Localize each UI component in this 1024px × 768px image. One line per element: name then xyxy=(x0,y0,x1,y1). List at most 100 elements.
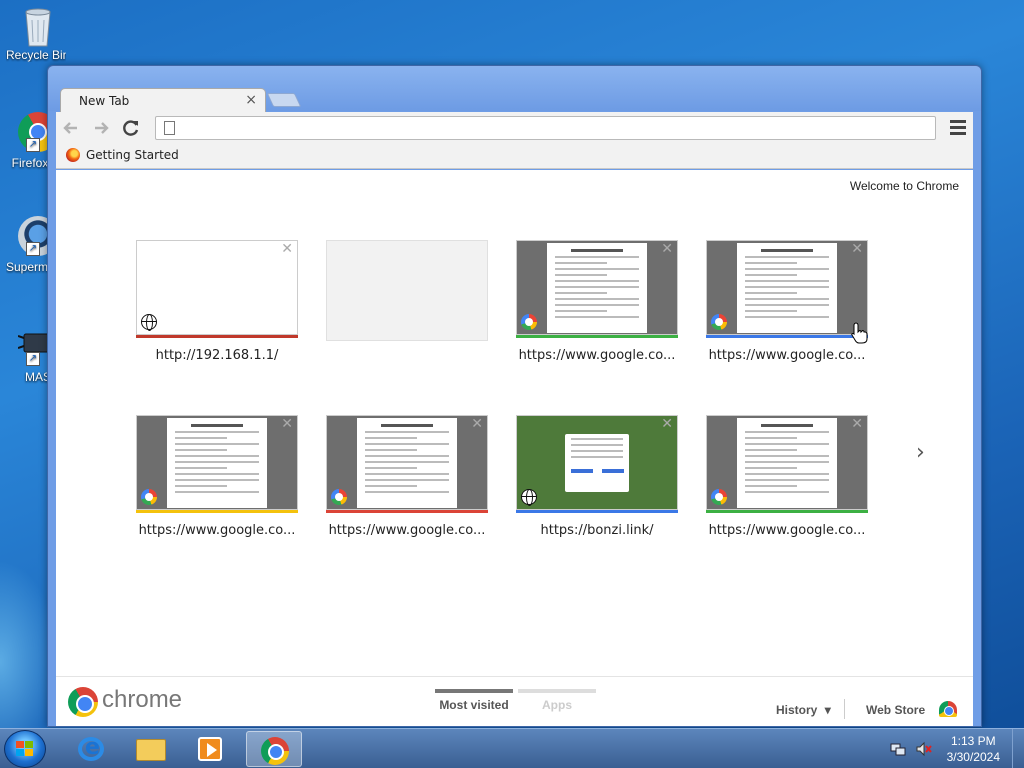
most-visited-tile[interactable]: ✕ https://www.google.co... xyxy=(706,240,868,363)
ntp-footer: chrome Most visited Apps History ▾ Web S… xyxy=(56,676,973,726)
omnibox[interactable] xyxy=(155,116,936,140)
network-icon[interactable] xyxy=(890,741,906,757)
chevron-down-icon: ▾ xyxy=(824,703,831,717)
google-consent-preview xyxy=(547,243,647,333)
tab-new-tab[interactable]: New Tab × xyxy=(60,88,266,114)
tile-remove-icon[interactable]: ✕ xyxy=(661,416,673,432)
most-visited-tile[interactable]: ✕ https://www.google.co... xyxy=(136,415,298,538)
tile-color-strip xyxy=(516,510,678,513)
address-input[interactable] xyxy=(182,119,931,137)
system-clock[interactable]: 1:13 PM 3/30/2024 xyxy=(947,733,1000,765)
tile-color-strip xyxy=(706,335,868,338)
tile-url: https://www.google.co... xyxy=(518,348,676,363)
tile-thumbnail: ✕ xyxy=(706,240,868,335)
tile-thumbnail: ✕ xyxy=(706,415,868,510)
shortcut-arrow-icon: ↗ xyxy=(26,138,40,152)
most-visited-tile[interactable]: ✕ https://www.google.co... xyxy=(706,415,868,538)
clock-time: 1:13 PM xyxy=(950,734,996,748)
globe-icon xyxy=(141,314,157,331)
media-player-icon xyxy=(198,737,222,761)
taskbar-media-player[interactable] xyxy=(182,731,238,767)
tile-thumbnail-empty xyxy=(326,240,488,341)
tile-color-strip xyxy=(516,335,678,338)
tile-remove-icon[interactable]: ✕ xyxy=(851,416,863,432)
next-page-arrow-icon[interactable]: › xyxy=(916,440,925,465)
google-consent-preview xyxy=(737,243,837,333)
tile-remove-icon[interactable]: ✕ xyxy=(281,416,293,432)
new-tab-page: Welcome to Chrome ✕ http://192.168.1.1/ … xyxy=(56,170,973,726)
tile-remove-icon[interactable]: ✕ xyxy=(851,241,863,257)
google-icon xyxy=(521,314,537,330)
tile-thumbnail: ✕ xyxy=(326,415,488,510)
forward-arrow-icon[interactable] xyxy=(90,117,112,139)
folder-icon xyxy=(136,739,166,761)
recycle-bin-icon xyxy=(18,4,58,47)
chrome-window: New Tab × Getting Started Welcome to Chr… xyxy=(47,65,982,727)
chrome-wordmark: chrome xyxy=(102,686,183,713)
tab-apps[interactable]: Apps xyxy=(518,689,596,712)
page-icon xyxy=(164,121,175,135)
most-visited-tile[interactable]: ✕ https://www.google.co... xyxy=(516,240,678,363)
footer-divider xyxy=(844,699,845,719)
most-visited-tile[interactable]: ✕ http://192.168.1.1/ xyxy=(136,240,298,363)
taskbar-chrome[interactable] xyxy=(246,731,302,767)
google-consent-preview xyxy=(737,418,837,508)
taskbar-internet-explorer[interactable] xyxy=(62,731,118,767)
web-store-label: Web Store xyxy=(866,703,926,717)
chrome-icon xyxy=(261,737,289,765)
taskbar-file-explorer[interactable] xyxy=(122,731,178,767)
most-visited-tile[interactable]: ✕ https://bonzi.link/ xyxy=(516,415,678,538)
chrome-menu-icon[interactable] xyxy=(947,117,969,139)
bookmark-getting-started[interactable]: Getting Started xyxy=(66,148,179,162)
globe-icon xyxy=(521,489,537,506)
hand-cursor-icon xyxy=(851,322,869,349)
internet-explorer-icon xyxy=(78,735,104,761)
web-store-icon[interactable] xyxy=(939,701,957,717)
welcome-to-chrome-link[interactable]: Welcome to Chrome xyxy=(850,179,959,193)
google-consent-preview xyxy=(167,418,267,508)
google-icon xyxy=(331,489,347,505)
new-tab-button[interactable] xyxy=(266,93,302,107)
history-button[interactable]: History ▾ xyxy=(776,703,831,717)
tile-url: https://www.google.co... xyxy=(708,523,866,538)
google-icon xyxy=(711,314,727,330)
tab-label: Most visited xyxy=(439,698,509,712)
bookmarks-bar: Getting Started xyxy=(56,144,973,169)
start-button[interactable] xyxy=(4,730,46,768)
tile-thumbnail: ✕ xyxy=(136,415,298,510)
tile-remove-icon[interactable]: ✕ xyxy=(471,416,483,432)
tab-close-icon[interactable]: × xyxy=(245,92,257,108)
most-visited-tile[interactable]: ✕ https://www.google.co... xyxy=(326,415,488,538)
taskbar: 1:13 PM 3/30/2024 xyxy=(0,728,1024,768)
tab-most-visited[interactable]: Most visited xyxy=(435,689,513,712)
volume-muted-icon[interactable] xyxy=(916,741,932,757)
tile-url: http://192.168.1.1/ xyxy=(155,348,279,363)
reload-icon[interactable] xyxy=(120,117,142,139)
web-store-link[interactable]: Web Store xyxy=(866,703,925,717)
desktop-icon-recycle-bin[interactable]: Recycle Bin xyxy=(6,4,70,62)
show-desktop-button[interactable] xyxy=(1012,729,1024,768)
tile-url: https://www.google.co... xyxy=(328,523,486,538)
back-arrow-icon[interactable] xyxy=(60,117,82,139)
browser-toolbar xyxy=(56,112,973,144)
tab-indicator xyxy=(435,689,513,693)
tile-remove-icon[interactable]: ✕ xyxy=(661,241,673,257)
tile-color-strip xyxy=(706,510,868,513)
most-visited-tile-empty xyxy=(326,240,488,341)
tile-remove-icon[interactable]: ✕ xyxy=(281,241,293,257)
google-icon xyxy=(711,489,727,505)
tile-color-strip xyxy=(326,510,488,513)
tab-title: New Tab xyxy=(79,94,130,108)
tile-color-strip xyxy=(136,510,298,513)
google-icon xyxy=(141,489,157,505)
chrome-logo-icon xyxy=(68,687,98,717)
clock-date: 3/30/2024 xyxy=(946,750,1000,764)
shortcut-arrow-icon: ↗ xyxy=(26,352,40,366)
tile-url: https://bonzi.link/ xyxy=(540,523,654,538)
desktop-icon-label: Recycle Bin xyxy=(6,48,66,62)
shortcut-arrow-icon: ↗ xyxy=(26,242,40,256)
tab-indicator xyxy=(518,689,596,693)
tile-thumbnail: ✕ xyxy=(516,415,678,510)
bonzi-dialog-preview xyxy=(565,434,629,492)
bookmark-label: Getting Started xyxy=(86,148,179,162)
